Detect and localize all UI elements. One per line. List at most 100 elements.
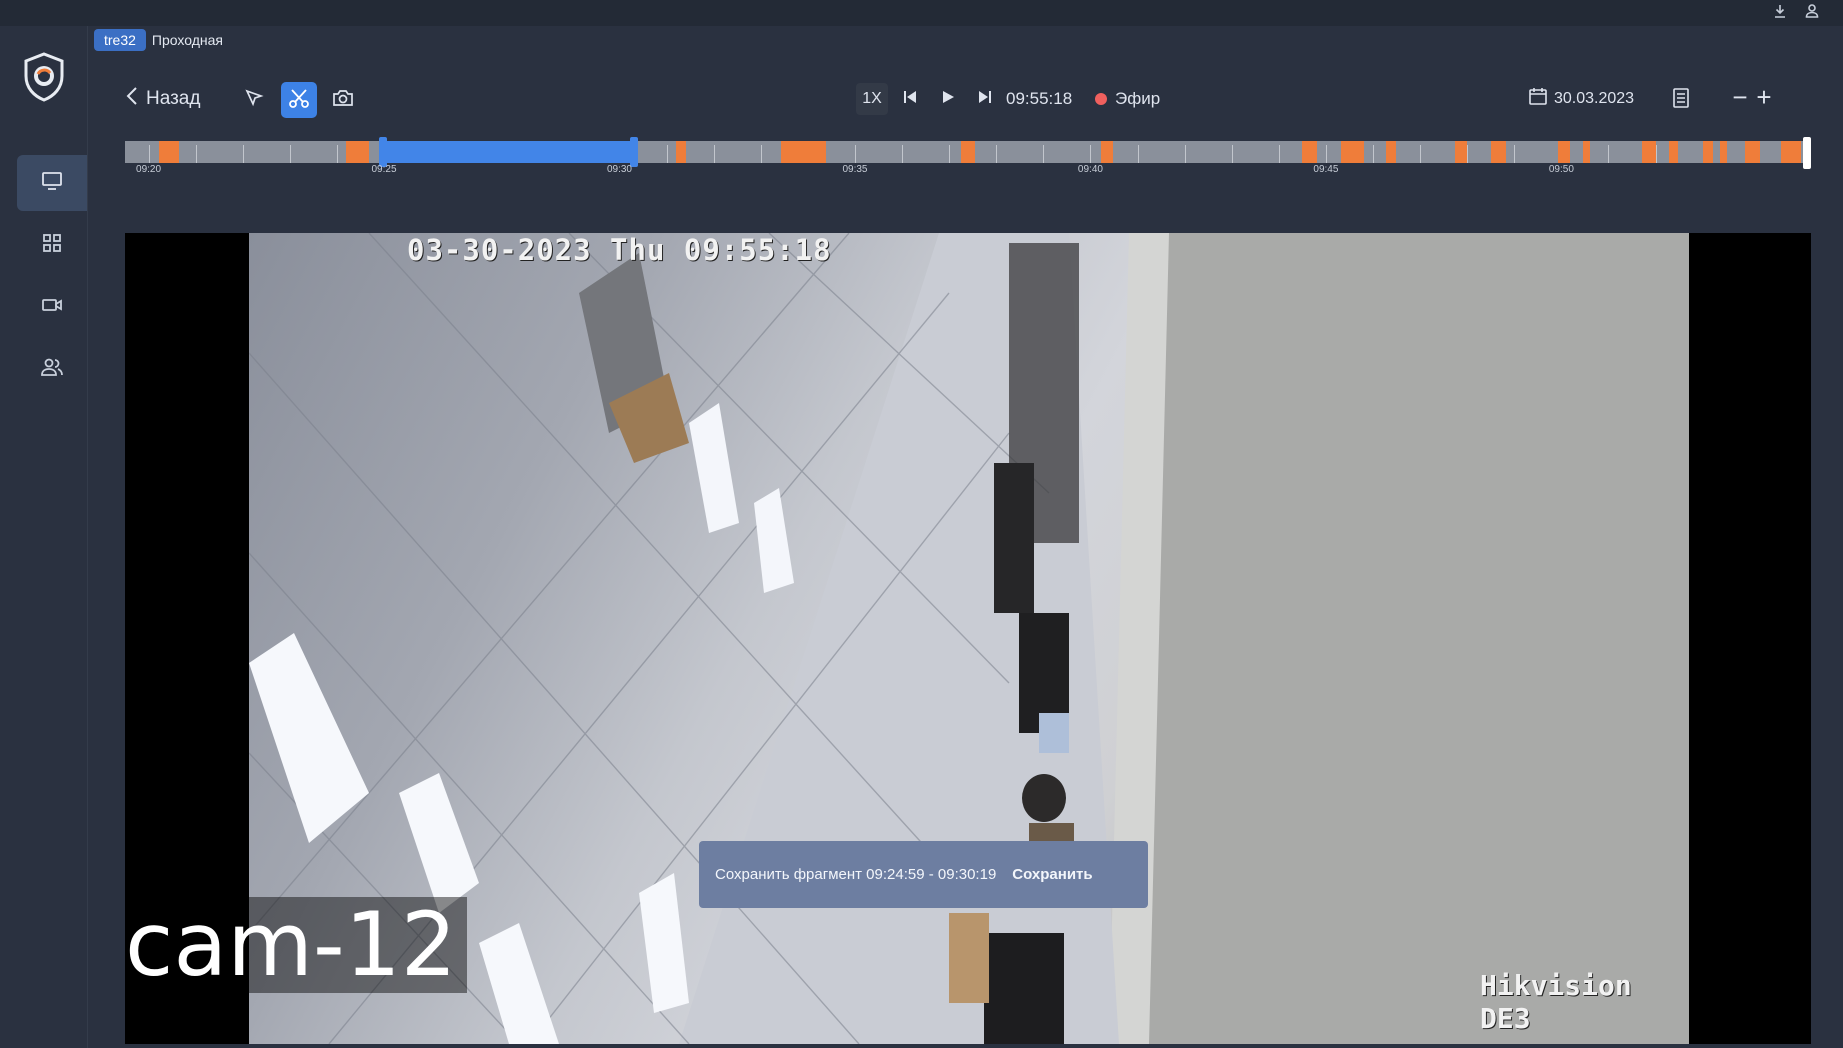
live-label: Эфир bbox=[1115, 89, 1161, 108]
timeline-tick bbox=[289, 145, 291, 163]
timeline-tick bbox=[1373, 145, 1375, 163]
back-button[interactable]: Назад bbox=[126, 86, 200, 112]
list-icon bbox=[1671, 87, 1691, 114]
live-dot-icon bbox=[1095, 93, 1107, 105]
cursor-icon bbox=[244, 88, 264, 113]
timeline-tick-label: 09:20 bbox=[136, 164, 162, 175]
timeline-tick-label: 09:45 bbox=[1313, 164, 1339, 175]
timeline-event-segment[interactable] bbox=[1669, 141, 1678, 163]
timeline-event-segment[interactable] bbox=[1455, 141, 1468, 163]
users-icon bbox=[40, 357, 64, 382]
event-list-button[interactable] bbox=[1663, 82, 1699, 118]
timeline-tick bbox=[666, 145, 668, 163]
speed-selector[interactable]: 1X bbox=[856, 83, 888, 115]
date-picker[interactable]: 30.03.2023 bbox=[1528, 86, 1634, 111]
grid-icon bbox=[42, 233, 62, 258]
timeline-tick bbox=[148, 145, 150, 163]
timeline-event-segment[interactable] bbox=[158, 141, 179, 163]
timeline-event-segment[interactable] bbox=[1703, 141, 1714, 163]
timeline-event-segment[interactable] bbox=[961, 141, 975, 163]
live-button[interactable]: Эфир bbox=[1095, 89, 1160, 109]
timeline-tick bbox=[1278, 145, 1280, 163]
selection-start-handle[interactable] bbox=[379, 137, 388, 167]
timeline-event-segment[interactable] bbox=[780, 141, 812, 163]
back-label: Назад bbox=[146, 88, 201, 109]
video-camera-icon bbox=[41, 296, 63, 319]
timeline-event-segment[interactable] bbox=[676, 141, 687, 163]
top-bar bbox=[0, 0, 1843, 26]
timeline-tick bbox=[1184, 145, 1186, 163]
download-icon[interactable] bbox=[1770, 3, 1790, 23]
sidebar-item-users[interactable] bbox=[17, 341, 87, 397]
timeline-tick-label: 09:25 bbox=[371, 164, 397, 175]
breadcrumb: tre32 Проходная bbox=[94, 27, 223, 52]
timeline-tick bbox=[996, 145, 998, 163]
play-icon bbox=[940, 89, 956, 110]
timeline-event-segment[interactable] bbox=[1490, 141, 1506, 163]
timeline-event-segment[interactable] bbox=[1558, 141, 1570, 163]
snapshot-button[interactable] bbox=[325, 82, 361, 118]
zoom-out-button[interactable]: − bbox=[1728, 84, 1752, 112]
select-tool-button[interactable] bbox=[236, 82, 272, 118]
timeline-tick bbox=[1137, 145, 1139, 163]
timeline-tick bbox=[1420, 145, 1422, 163]
timeline-event-segment[interactable] bbox=[1719, 141, 1727, 163]
camera-name: Проходная bbox=[151, 31, 223, 48]
toast-text: Сохранить фрагмент 09:24:59 - 09:30:19 bbox=[715, 866, 997, 883]
timeline-tick bbox=[713, 145, 715, 163]
chevron-left-icon bbox=[126, 86, 138, 112]
zoom-in-button[interactable]: + bbox=[1752, 84, 1776, 112]
selection-end-handle[interactable] bbox=[630, 137, 639, 167]
osd-camera-model: Hikvision DE3 bbox=[1480, 969, 1632, 1035]
osd-timestamp: 03-30-2023 Thu 09:55:18 bbox=[407, 233, 832, 267]
timeline-tick bbox=[854, 145, 856, 163]
user-icon[interactable] bbox=[1802, 3, 1822, 23]
timeline-event-segment[interactable] bbox=[1301, 141, 1317, 163]
scissors-icon bbox=[288, 87, 310, 114]
timeline-event-segment[interactable] bbox=[345, 141, 370, 163]
save-fragment-toast: Сохранить фрагмент 09:24:59 - 09:30:19 С… bbox=[699, 841, 1148, 908]
date-label: 30.03.2023 bbox=[1554, 89, 1635, 107]
next-frame-button[interactable] bbox=[972, 86, 998, 112]
cut-tool-button[interactable] bbox=[281, 82, 317, 118]
camera-group-chip[interactable]: tre32 bbox=[94, 28, 146, 51]
timeline-tick bbox=[1231, 145, 1233, 163]
monitor-icon bbox=[41, 171, 63, 196]
timeline-track[interactable] bbox=[125, 137, 1811, 169]
playback-toolbar: Назад 1X 09:55:18 Эфир 30.03.2023 − + bbox=[0, 78, 1843, 122]
timeline-tick-label: 09:40 bbox=[1077, 164, 1103, 175]
save-fragment-button[interactable]: Сохранить bbox=[1012, 866, 1092, 883]
sidebar-item-grid[interactable] bbox=[17, 217, 87, 273]
timeline-tick-label: 09:50 bbox=[1548, 164, 1574, 175]
sidebar-item-cameras[interactable] bbox=[17, 279, 87, 335]
timeline-event-segment[interactable] bbox=[1780, 141, 1801, 163]
timeline-event-segment[interactable] bbox=[1101, 141, 1113, 163]
skip-forward-icon bbox=[977, 89, 993, 110]
plus-icon: + bbox=[1756, 82, 1772, 112]
camera-icon bbox=[332, 88, 354, 113]
timeline-tick bbox=[1325, 145, 1327, 163]
timeline-tick bbox=[949, 145, 951, 163]
timeline-event-segment[interactable] bbox=[1642, 141, 1656, 163]
current-time: 09:55:18 bbox=[1006, 89, 1073, 108]
timeline-event-segment[interactable] bbox=[1745, 141, 1761, 163]
sidebar-item-monitor[interactable] bbox=[17, 155, 87, 211]
timeline-tick bbox=[1043, 145, 1045, 163]
timeline-event-segment[interactable] bbox=[1583, 141, 1591, 163]
play-button[interactable] bbox=[935, 86, 961, 112]
timeline-tick-label: 09:30 bbox=[606, 164, 632, 175]
timeline-event-segment[interactable] bbox=[1386, 141, 1397, 163]
calendar-icon bbox=[1528, 86, 1548, 111]
sidebar bbox=[0, 26, 88, 1048]
timeline-event-segment[interactable] bbox=[809, 141, 827, 163]
timeline-playhead[interactable] bbox=[1803, 137, 1811, 169]
video-player[interactable]: 03-30-2023 Thu 09:55:18 Hikvision DE3 ca… bbox=[125, 233, 1811, 1044]
timeline-tick-label: 09:35 bbox=[842, 164, 868, 175]
timeline-selection[interactable] bbox=[383, 141, 635, 163]
timeline-tick bbox=[242, 145, 244, 163]
timeline-tick bbox=[902, 145, 904, 163]
timeline-event-segment[interactable] bbox=[1340, 141, 1365, 163]
skip-back-icon bbox=[902, 89, 918, 110]
previous-frame-button[interactable] bbox=[897, 86, 923, 112]
timeline-tick bbox=[1090, 145, 1092, 163]
